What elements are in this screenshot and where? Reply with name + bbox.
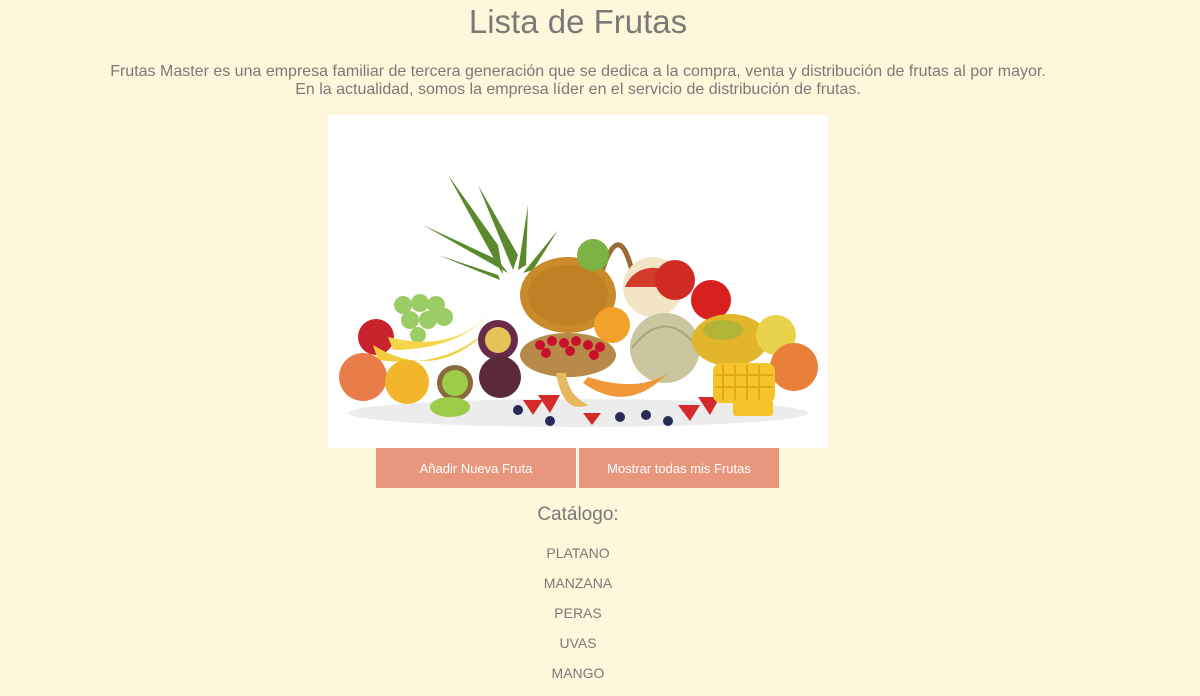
catalog-item: UVAS [559,635,597,651]
catalog-item: MANZANA [543,575,613,591]
fruit-illustration [339,175,818,427]
intro-line-2: En la actualidad, somos la empresa líder… [295,81,861,98]
fruit-assortment-image [328,115,828,448]
show-all-fruits-button[interactable]: Mostrar todas mis Frutas [579,448,779,488]
page: Lista de Frutas Frutas Master es una emp… [0,0,1200,696]
catalog-item: PLATANO [546,545,610,561]
intro-text: Frutas Master es una empresa familiar de… [0,63,1156,99]
catalog-list: PLATANO MANZANA PERAS UVAS MANGO [0,538,1156,688]
catalog-title: Catálogo: [537,504,619,525]
page-title: Lista de Frutas [468,3,688,40]
add-fruit-button[interactable]: Añadir Nueva Fruta [376,448,576,488]
intro-line-1: Frutas Master es una empresa familiar de… [110,63,1046,80]
action-buttons: Añadir Nueva Fruta Mostrar todas mis Fru… [376,448,780,488]
catalog-item: PERAS [554,605,602,621]
catalog-item: MANGO [551,665,605,681]
